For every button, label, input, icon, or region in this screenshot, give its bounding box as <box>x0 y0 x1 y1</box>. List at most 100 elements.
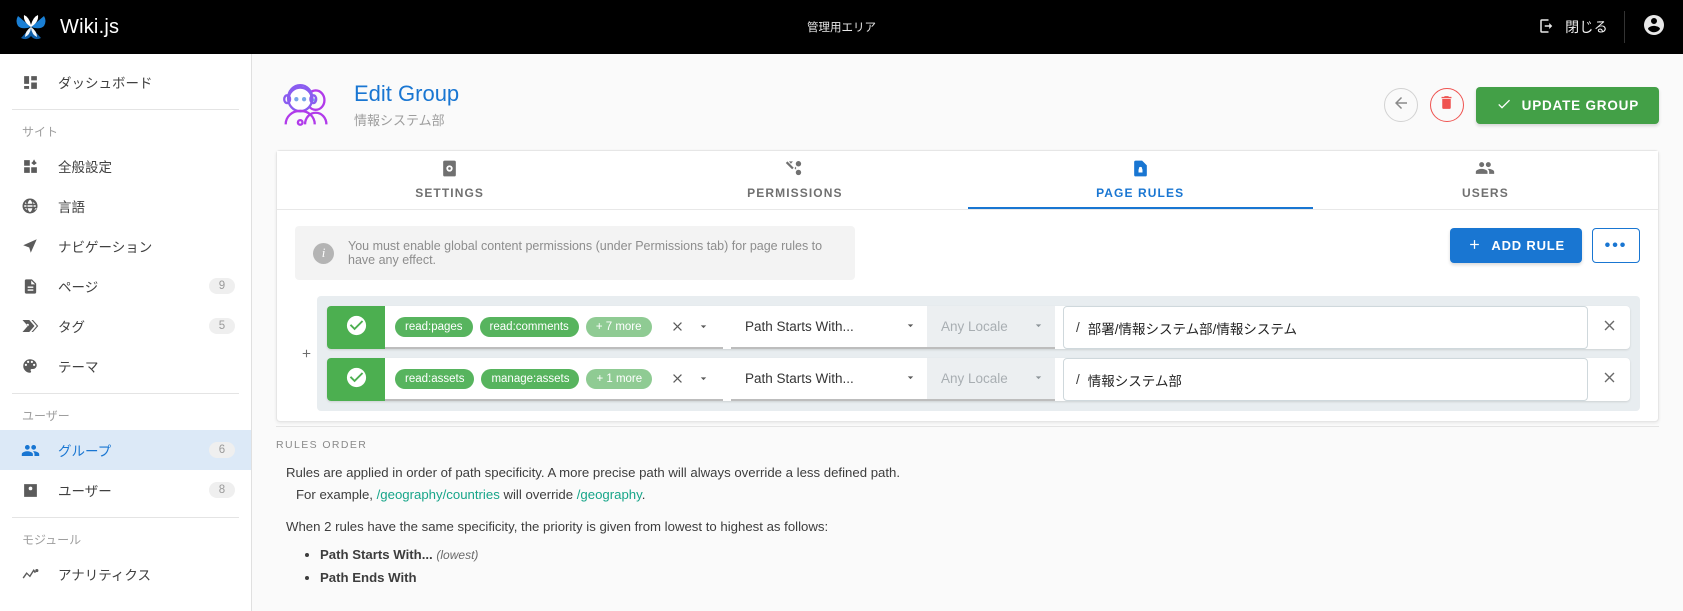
close-icon <box>1601 369 1618 391</box>
chevron-down-icon <box>904 371 917 387</box>
line2-middle: will override <box>499 486 577 502</box>
path-prefix: / <box>1076 372 1080 387</box>
sidebar-item-dashboard[interactable]: ダッシュボード <box>0 62 251 102</box>
add-rule-button[interactable]: ADD RULE <box>1450 228 1582 263</box>
sidebar-label: グループ <box>58 444 112 459</box>
sidebar-item-pages[interactable]: ページ 9 <box>0 266 251 306</box>
close-admin-button[interactable]: 閉じる <box>1522 0 1624 54</box>
analytics-icon <box>20 564 40 584</box>
sidebar-label: アナリティクス <box>58 568 152 583</box>
sidebar-item-navigation[interactable]: ナビゲーション <box>0 226 251 266</box>
sidebar-item-general[interactable]: 全般設定 <box>0 146 251 186</box>
page-titles: Edit Group 情報システム部 <box>354 81 459 128</box>
brand[interactable]: Wiki.js <box>0 12 252 42</box>
sidebar-section-modules: モジュール <box>22 533 82 547</box>
rule-enabled-toggle[interactable] <box>327 306 385 349</box>
plus-icon <box>1467 237 1482 255</box>
chevron-down-icon[interactable] <box>691 315 715 339</box>
tab-settings[interactable]: SETTINGS <box>277 151 622 209</box>
list-item: Path Ends With <box>320 566 1659 589</box>
sidebar-badge: 6 <box>209 442 235 458</box>
rules-drag-handle[interactable] <box>295 347 317 360</box>
select-actions <box>665 367 719 391</box>
close-icon[interactable] <box>665 367 689 391</box>
divider <box>12 393 239 394</box>
delete-group-button[interactable] <box>1429 88 1464 122</box>
example-path-1: /geography/countries <box>376 486 500 502</box>
sidebar-label: ダッシュボード <box>58 76 153 91</box>
path-prefix: / <box>1076 320 1080 335</box>
page-rules-icon <box>1131 159 1150 181</box>
permission-chip: read:comments <box>479 316 579 337</box>
sidebar-label: 全般設定 <box>58 160 112 175</box>
chevron-down-icon[interactable] <box>691 367 715 391</box>
path-value: 情報システム部 <box>1087 373 1182 389</box>
tab-label: PAGE RULES <box>1096 185 1185 200</box>
add-rule-label: ADD RULE <box>1491 238 1565 253</box>
sidebar-label: 言語 <box>58 200 85 215</box>
divider <box>12 517 239 518</box>
back-button[interactable] <box>1383 88 1418 122</box>
delete-rule-button[interactable] <box>1588 369 1630 391</box>
sidebar-item-users[interactable]: ユーザー 8 <box>0 470 251 510</box>
rule-permissions-select[interactable]: read:pages read:comments + 7 more <box>385 306 723 349</box>
tab-page-rules[interactable]: PAGE RULES <box>967 151 1313 209</box>
rule-match-select[interactable]: Path Starts With... <box>731 358 927 401</box>
page-header: Edit Group 情報システム部 UPDATE GROUP <box>252 54 1683 150</box>
palette-icon <box>20 356 40 376</box>
sidebar-badge: 8 <box>209 482 235 498</box>
navigation-icon <box>20 236 40 256</box>
rule-path-input[interactable]: / 情報システム部 <box>1063 358 1588 401</box>
account-button[interactable] <box>1625 13 1683 42</box>
rules-list: read:pages read:comments + 7 more Path S… <box>317 296 1640 411</box>
sidebar-label: ページ <box>58 280 99 295</box>
chevron-down-icon <box>904 319 917 335</box>
rule-locale-placeholder: Any Locale <box>941 371 1008 386</box>
sidebar-item-analytics[interactable]: アナリティクス <box>0 554 251 594</box>
divider <box>12 109 239 110</box>
user-icon <box>20 480 40 500</box>
rules-toolbar: ADD RULE ••• <box>1450 226 1640 263</box>
tab-users[interactable]: USERS <box>1313 151 1658 209</box>
rule-path-input[interactable]: / 部署/情報システム部/情報システム <box>1063 306 1588 349</box>
rule-enabled-toggle[interactable] <box>327 358 385 401</box>
rule-match-select[interactable]: Path Starts With... <box>731 306 927 349</box>
rule-locale-select[interactable]: Any Locale <box>927 306 1055 349</box>
update-group-button[interactable]: UPDATE GROUP <box>1475 86 1659 124</box>
sidebar-section-users: ユーザー <box>22 409 70 423</box>
tab-label: PERMISSIONS <box>747 185 843 200</box>
sidebar-label: テーマ <box>58 360 99 375</box>
sidebar-label: タグ <box>58 320 85 335</box>
rule-locale-select[interactable]: Any Locale <box>927 358 1055 401</box>
rules-more-menu-button[interactable]: ••• <box>1592 228 1640 263</box>
line2-prefix: For example, <box>296 486 377 502</box>
main-content: Edit Group 情報システム部 UPDATE GROUP SETTINGS… <box>252 54 1683 611</box>
dashboard-icon <box>20 72 40 92</box>
rules-order-line1: Rules are applied in order of path speci… <box>286 465 901 480</box>
sidebar-item-tags[interactable]: タグ 5 <box>0 306 251 346</box>
info-alert: i You must enable global content permiss… <box>295 226 855 280</box>
sidebar-item-groups[interactable]: グループ 6 <box>0 430 251 470</box>
sidebar: ダッシュボード サイト 全般設定 言語 ナビゲーション ページ 9 タグ 5 テ… <box>0 54 252 611</box>
rules-order-line3: When 2 rules have the same specificity, … <box>286 518 829 534</box>
check-circle-icon <box>345 314 368 342</box>
rule-permissions-select[interactable]: read:assets manage:assets + 1 more <box>385 358 723 401</box>
sidebar-item-theme[interactable]: テーマ <box>0 346 251 386</box>
settings-grid-icon <box>20 156 40 176</box>
close-icon[interactable] <box>665 315 689 339</box>
delete-rule-button[interactable] <box>1588 317 1630 339</box>
sidebar-badge: 9 <box>209 278 235 294</box>
tab-permissions[interactable]: PERMISSIONS <box>622 151 967 209</box>
wikijs-butterfly-logo <box>14 12 48 42</box>
page-subtitle: 情報システム部 <box>354 112 445 128</box>
sidebar-item-locale[interactable]: 言語 <box>0 186 251 226</box>
tab-label: SETTINGS <box>415 185 485 200</box>
line2-end: . <box>641 486 646 502</box>
path-value: 部署/情報システム部/情報システム <box>1087 321 1297 337</box>
admin-area-label: 管理用エリア <box>807 22 876 34</box>
close-admin-label: 閉じる <box>1565 19 1608 35</box>
alert-toolbar-row: i You must enable global content permiss… <box>277 210 1658 290</box>
tab-bar: SETTINGS PERMISSIONS PAGE RULES USERS <box>277 151 1658 210</box>
tag-icon <box>20 316 40 336</box>
trash-icon <box>1438 94 1455 116</box>
